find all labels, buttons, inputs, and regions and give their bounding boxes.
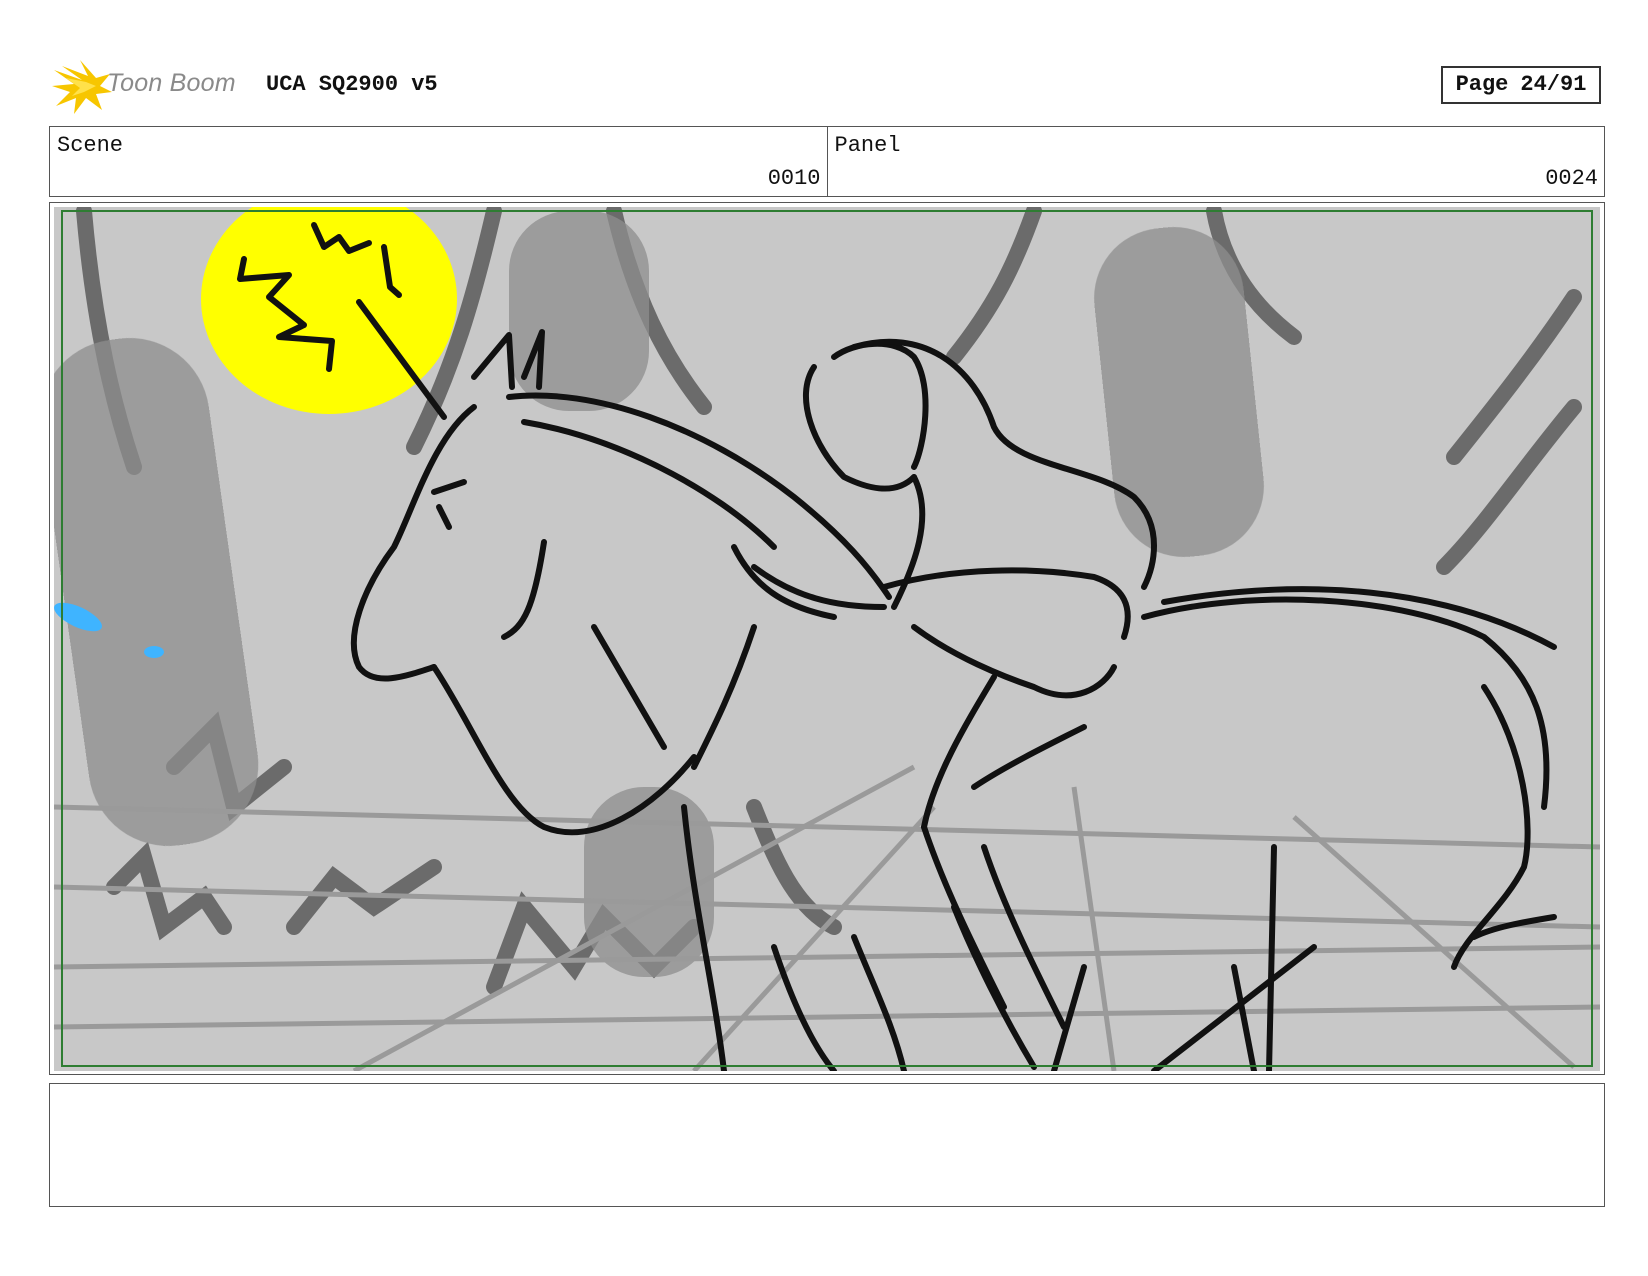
scene-panel-info: Scene 0010 Panel 0024	[49, 126, 1605, 197]
page-label: Page	[1455, 72, 1509, 97]
scene-cell: Scene 0010	[50, 127, 827, 196]
brand-name: Toon Boom	[107, 69, 236, 97]
scene-number: 0010	[767, 166, 821, 191]
panel-notes	[49, 1083, 1605, 1207]
panel-cell: Panel 0024	[826, 127, 1605, 196]
toon-boom-logo: Toon Boom	[52, 60, 257, 114]
storyboard-panel	[49, 202, 1605, 1075]
project-title: UCA SQ2900 v5	[266, 72, 438, 97]
scene-label: Scene	[57, 133, 124, 158]
starburst-icon	[52, 60, 112, 114]
panel-sketch	[54, 207, 1600, 1071]
page-number: 24/91	[1520, 72, 1587, 97]
panel-label: Panel	[834, 133, 901, 158]
storyboard-page: Toon Boom UCA SQ2900 v5 Page 24/91 Scene …	[0, 0, 1648, 1276]
panel-number: 0024	[1545, 166, 1598, 191]
page-indicator: Page 24/91	[1441, 66, 1601, 104]
